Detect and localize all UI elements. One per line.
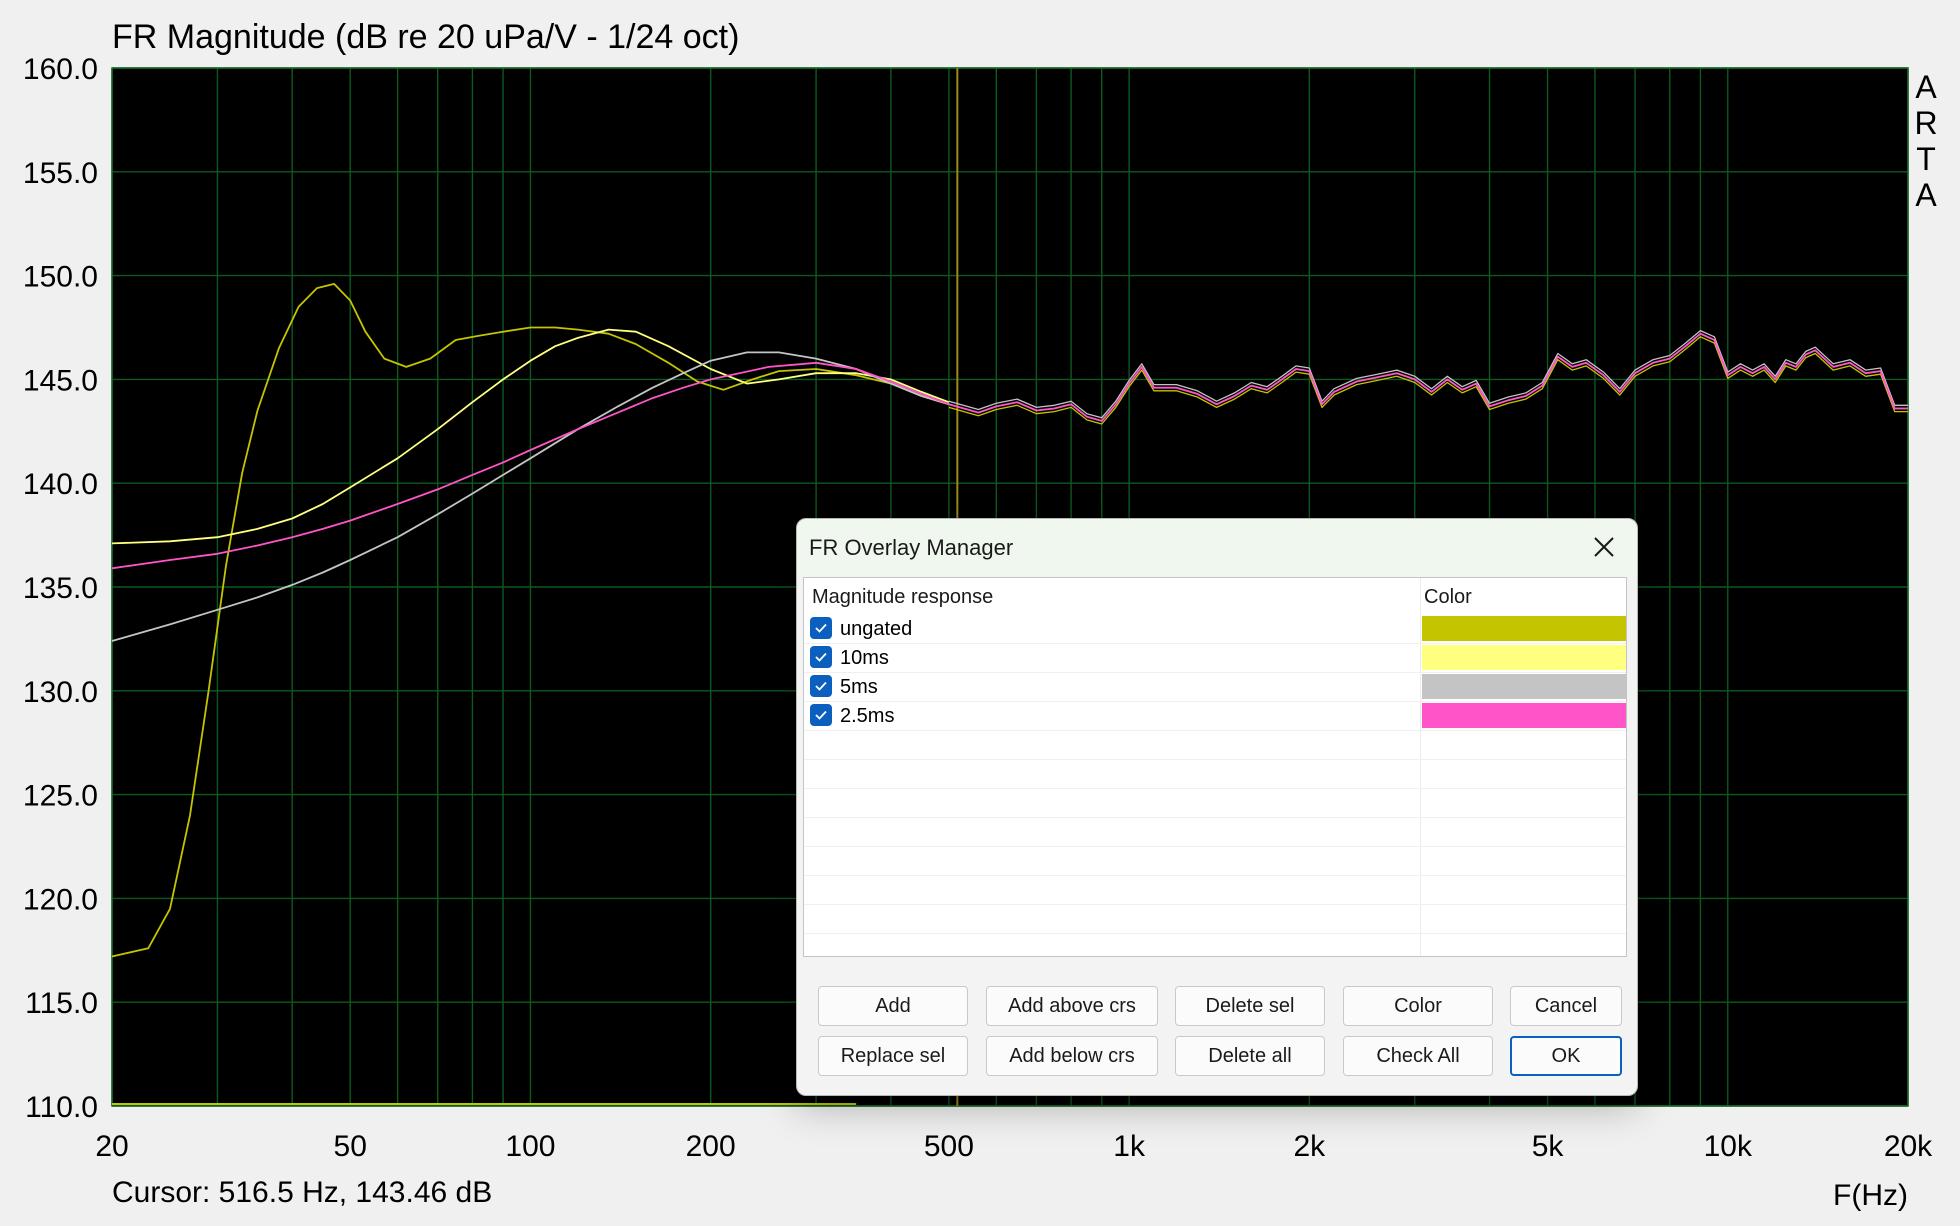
add-button[interactable]: Add	[818, 986, 968, 1026]
cancel-button[interactable]: Cancel	[1510, 986, 1622, 1026]
item-checkbox[interactable]	[810, 617, 832, 639]
x-tick-label: 5k	[1532, 1130, 1565, 1163]
list-item	[804, 730, 1626, 760]
y-tick-label: 150.0	[23, 261, 98, 294]
column-header-magnitude-response[interactable]: Magnitude response	[812, 586, 993, 609]
item-label: 2.5ms	[840, 705, 895, 727]
item-color-swatch[interactable]	[1422, 616, 1626, 641]
close-button[interactable]	[1581, 527, 1627, 567]
y-tick-label: 155.0	[23, 157, 98, 190]
x-tick-label: 200	[686, 1130, 736, 1163]
list-item	[804, 846, 1626, 876]
chart-title: FR Magnitude (dB re 20 uPa/V - 1/24 oct)	[112, 18, 739, 56]
fr-overlay-manager-dialog: FR Overlay Manager Magnitude response Co…	[796, 518, 1638, 1096]
item-color-swatch[interactable]	[1422, 674, 1626, 699]
y-tick-label: 110.0	[25, 1091, 98, 1124]
item-color-swatch[interactable]	[1422, 703, 1626, 728]
item-color-swatch[interactable]	[1422, 645, 1626, 670]
arta-letter: A	[1915, 177, 1937, 213]
x-tick-label: 10k	[1704, 1130, 1753, 1163]
list-item	[804, 875, 1626, 905]
y-tick-label: 145.0	[23, 364, 98, 397]
dialog-title: FR Overlay Manager	[809, 535, 1014, 560]
arta-side-label: ARTA	[1914, 69, 1937, 213]
x-tick-label: 100	[505, 1130, 555, 1163]
x-axis-label: F(Hz)	[1833, 1179, 1908, 1212]
delete-all-button[interactable]: Delete all	[1175, 1036, 1325, 1076]
list-item	[804, 759, 1626, 789]
y-tick-label: 160.0	[23, 53, 98, 86]
y-tick-label: 115.0	[25, 987, 98, 1020]
checkmark-icon	[815, 652, 827, 662]
y-tick-label: 140.0	[23, 468, 98, 501]
list-item	[804, 788, 1626, 818]
y-tick-labels: 160.0 155.0 150.0 145.0 140.0 135.0 130.0 125.0…	[23, 53, 98, 1124]
arta-letter: R	[1914, 105, 1937, 141]
checkmark-icon	[815, 710, 827, 720]
item-label: 10ms	[840, 647, 889, 669]
checkmark-icon	[815, 623, 827, 633]
list-item[interactable]: 5ms	[804, 672, 1626, 702]
list-item	[804, 904, 1626, 934]
color-button[interactable]: Color	[1343, 986, 1493, 1026]
add-below-cursor-button[interactable]: Add below crs	[986, 1036, 1158, 1076]
checkmark-icon	[815, 681, 827, 691]
x-tick-labels: 20 50 100 200 500 1k 2k 5k 10k 20k	[95, 1130, 1933, 1163]
x-tick-label: 20k	[1884, 1130, 1933, 1163]
x-tick-label: 2k	[1293, 1130, 1326, 1163]
close-icon	[1594, 537, 1614, 557]
item-checkbox[interactable]	[810, 646, 832, 668]
list-item[interactable]: 2.5ms	[804, 701, 1626, 731]
y-tick-label: 130.0	[23, 676, 98, 709]
arta-letter: T	[1916, 141, 1936, 177]
list-item[interactable]: 10ms	[804, 643, 1626, 673]
item-label: 5ms	[840, 676, 878, 698]
y-tick-label: 120.0	[23, 883, 98, 916]
list-item	[804, 817, 1626, 847]
cursor-readout: Cursor: 516.5 Hz, 143.46 dB	[112, 1176, 493, 1209]
x-tick-label: 500	[924, 1130, 974, 1163]
delete-selected-button[interactable]: Delete sel	[1175, 986, 1325, 1026]
list-item	[804, 933, 1626, 956]
check-all-button[interactable]: Check All	[1343, 1036, 1493, 1076]
replace-selected-button[interactable]: Replace sel	[818, 1036, 968, 1076]
overlay-list[interactable]: Magnitude response Color ungated 10ms 5ms 2…	[803, 577, 1627, 957]
list-header: Magnitude response Color	[804, 578, 1626, 614]
add-above-cursor-button[interactable]: Add above crs	[986, 986, 1158, 1026]
dialog-titlebar[interactable]: FR Overlay Manager	[797, 519, 1637, 577]
x-tick-label: 1k	[1113, 1130, 1146, 1163]
x-tick-label: 50	[334, 1130, 367, 1163]
item-label: ungated	[840, 618, 913, 640]
list-item[interactable]: ungated	[804, 614, 1626, 644]
column-header-color[interactable]: Color	[1424, 586, 1472, 609]
y-tick-label: 125.0	[23, 780, 98, 813]
arta-letter: A	[1915, 69, 1937, 105]
item-checkbox[interactable]	[810, 675, 832, 697]
x-tick-label: 20	[95, 1130, 128, 1163]
item-checkbox[interactable]	[810, 704, 832, 726]
ok-button[interactable]: OK	[1510, 1036, 1622, 1076]
y-tick-label: 135.0	[23, 572, 98, 605]
